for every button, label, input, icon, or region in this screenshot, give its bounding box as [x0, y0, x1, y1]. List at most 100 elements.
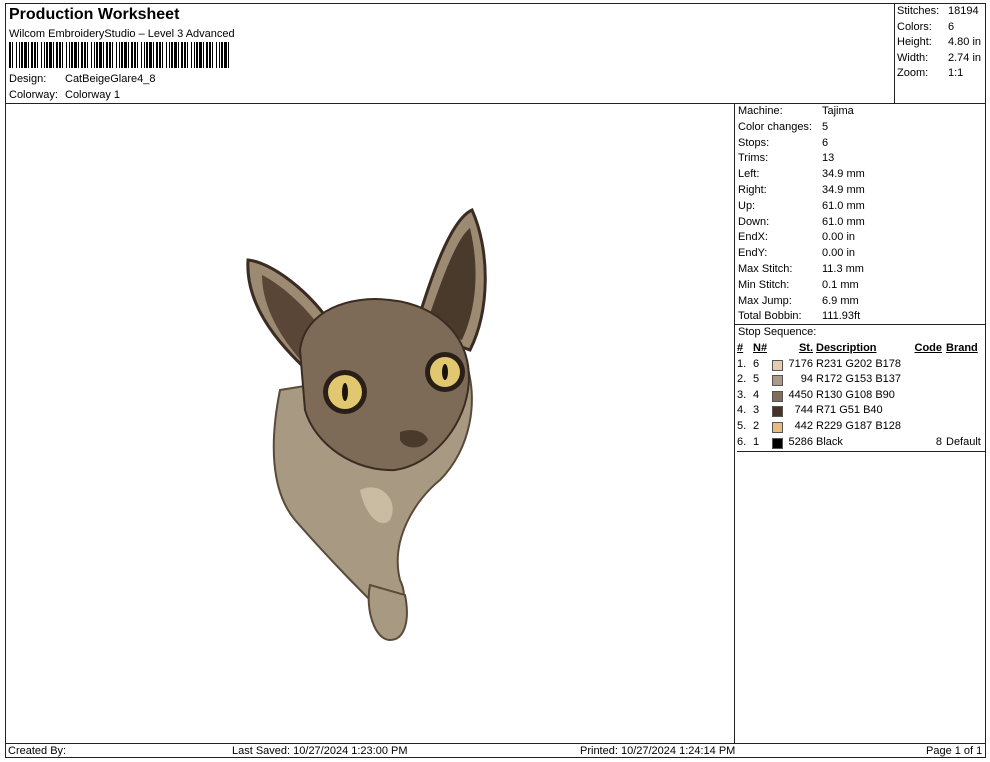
- barcode-bar: [96, 42, 98, 68]
- property-row: Max Stitch: 11.3 mm: [738, 262, 978, 278]
- created-by: Created By:: [8, 745, 67, 757]
- property-row: EndX: 0.00 in: [738, 230, 978, 246]
- property-label: Machine:: [738, 105, 783, 117]
- property-label: Up:: [738, 199, 756, 212]
- barcode-bar: [209, 42, 211, 68]
- barcode-bar: [166, 42, 167, 68]
- barcode-bar: [116, 42, 117, 68]
- barcode-bar: [224, 42, 227, 68]
- header-num: #: [737, 342, 744, 354]
- barcode-bar: [134, 42, 136, 68]
- barcode-bar: [128, 42, 129, 68]
- barcode-bar: [46, 42, 48, 68]
- barcode-bar: [171, 42, 173, 68]
- barcode-bar: [74, 42, 77, 68]
- barcode-bar: [71, 42, 73, 68]
- barcode-bar: [196, 42, 198, 68]
- barcode-bar: [66, 42, 67, 68]
- summary-label: Stitches:: [897, 5, 940, 17]
- row-code: 8: [935, 435, 942, 448]
- right-eye-pupil: [442, 364, 448, 380]
- property-value: 34.9 mm: [822, 183, 865, 196]
- property-value: 34.9 mm: [822, 168, 865, 181]
- barcode-bar: [194, 42, 195, 68]
- barcode-bar: [178, 42, 179, 68]
- summary-value: 2.74 in: [948, 51, 982, 64]
- property-value: 0.1 mm: [822, 278, 859, 291]
- embroidery-design-preview: [246, 208, 487, 642]
- property-value: Tajima: [822, 105, 854, 117]
- property-label: Max Stitch:: [738, 262, 793, 275]
- row-stitches: 94: [800, 373, 813, 386]
- color-swatch: [772, 375, 783, 387]
- property-label: Stops:: [738, 136, 770, 149]
- property-row: EndY: 0.00 in: [738, 246, 978, 262]
- property-label: Down:: [738, 215, 770, 228]
- summary-row: Width: 2.74 in: [897, 51, 987, 67]
- table-row: 2. 5 94 R172 G153 B137: [737, 372, 985, 388]
- row-needle: 2: [753, 419, 760, 432]
- barcode-bar: [141, 42, 142, 68]
- summary-panel: Stitches: 18194 Colors: 6 Height: 4.80 in W…: [897, 4, 987, 82]
- barcode-bar: [49, 42, 52, 68]
- summary-row: Zoom: 1:1: [897, 66, 987, 82]
- header-needle: N#: [753, 342, 768, 354]
- barcode-bar: [206, 42, 208, 68]
- page-title: Production Worksheet: [9, 6, 180, 23]
- summary-label: Width:: [897, 51, 929, 64]
- property-row: Machine: Tajima: [738, 104, 978, 120]
- summary-label: Zoom:: [897, 67, 929, 80]
- row-needle: 6: [753, 357, 760, 370]
- colorway-label: Colorway:: [9, 89, 58, 101]
- property-label: Color changes:: [738, 120, 812, 133]
- property-row: Color changes: 5: [738, 120, 978, 136]
- stop-sequence-title: Stop Sequence:: [738, 326, 817, 338]
- barcode-bar: [184, 42, 186, 68]
- barcode-bar: [221, 42, 223, 68]
- row-stitches: 5286: [788, 435, 813, 448]
- header-stitches: St.: [798, 342, 813, 354]
- table-row: 3. 4 4450 R130 G108 B90: [737, 388, 985, 404]
- row-number: 4.: [737, 404, 747, 417]
- barcode-bar: [146, 42, 148, 68]
- row-stitches: 7176: [788, 357, 813, 370]
- left-eye-pupil: [342, 383, 348, 401]
- barcode-bar: [9, 42, 11, 68]
- barcode-bar: [16, 42, 17, 68]
- row-needle: 4: [753, 388, 760, 401]
- summary-row: Stitches: 18194: [897, 4, 987, 20]
- colorway-value: Colorway 1: [65, 89, 121, 101]
- design-value: CatBeigeGlare4_8: [65, 73, 156, 85]
- barcode-bar: [228, 42, 229, 68]
- panel-divider: [734, 103, 735, 743]
- row-stitches: 442: [794, 419, 813, 432]
- row-description: R229 G187 B128: [816, 419, 902, 432]
- row-number: 5.: [737, 419, 747, 432]
- barcode-bar: [112, 42, 113, 68]
- footer-divider: [5, 743, 986, 744]
- barcode-bar: [181, 42, 183, 68]
- summary-divider: [894, 3, 895, 103]
- design-label: Design:: [9, 73, 47, 85]
- property-value: 5: [822, 120, 829, 133]
- barcode-bar: [109, 42, 111, 68]
- property-label: Left:: [738, 168, 760, 181]
- barcode-bar: [69, 42, 70, 68]
- barcode-bar: [12, 42, 13, 68]
- summary-value: 18194: [948, 5, 979, 17]
- row-needle: 3: [753, 404, 760, 417]
- barcode-bar: [159, 42, 161, 68]
- barcode-bar: [24, 42, 27, 68]
- summary-row: Height: 4.80 in: [897, 35, 987, 51]
- design-row: Design: CatBeigeGlare4_8: [9, 73, 156, 85]
- barcode-bar: [144, 42, 145, 68]
- barcode-bar: [131, 42, 133, 68]
- barcode-bar: [162, 42, 163, 68]
- table-row: 4. 3 744 R71 G51 B40: [737, 403, 985, 419]
- table-row: 6. 1 5286 Black 8 Default: [737, 435, 985, 451]
- property-value: 111.93ft: [822, 310, 861, 323]
- property-row: Left: 34.9 mm: [738, 167, 978, 183]
- header-code: Code: [914, 342, 943, 354]
- barcode-bar: [99, 42, 102, 68]
- cat-paw: [367, 583, 408, 642]
